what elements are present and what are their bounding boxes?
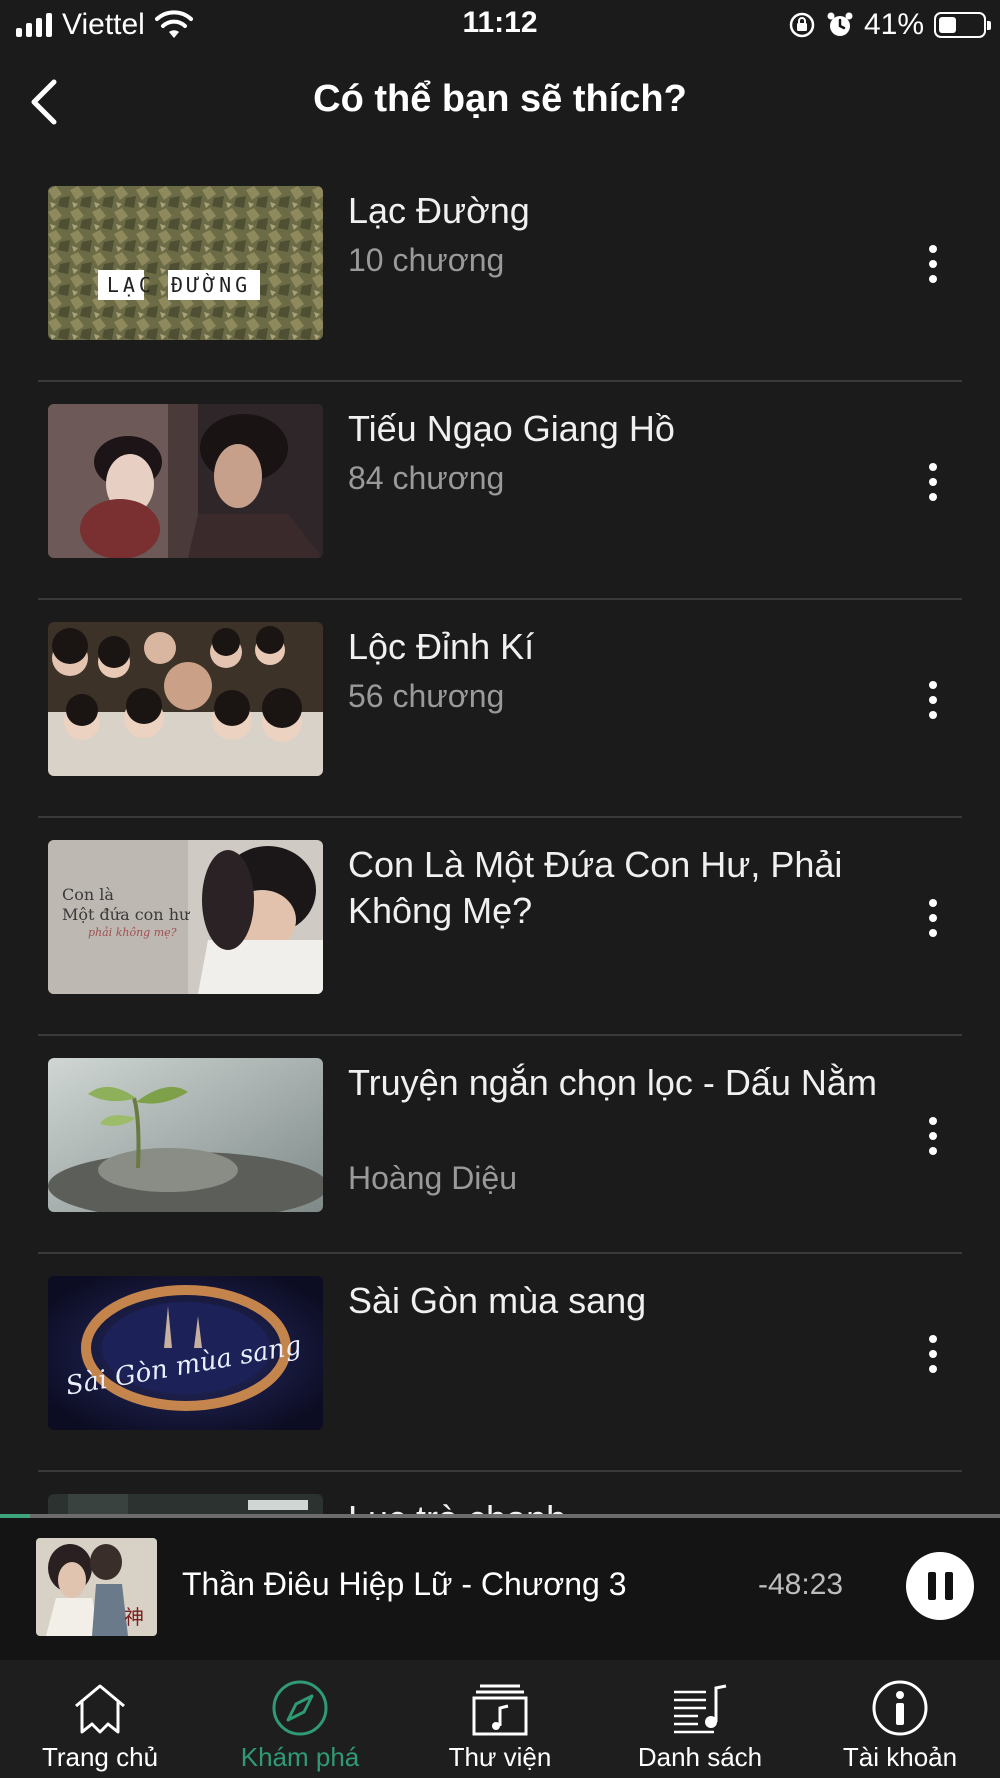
pause-icon <box>927 1572 936 1600</box>
status-right: 41% <box>788 8 991 42</box>
tab-label: Danh sách <box>637 1742 763 1772</box>
list-item[interactable]: Tiếu Ngạo Giang Hồ 84 chương <box>0 382 1000 600</box>
bottom-tab-bar: Trang chủ Khám phá Thư viện Danh sách Tà… <box>0 1660 1000 1778</box>
page-title: Có thể bạn sẽ thích? <box>313 78 687 120</box>
cover-image <box>48 404 323 558</box>
tab-library[interactable]: Thư viện <box>400 1660 600 1778</box>
cover-image: Sài Gòn mùa sang <box>48 1276 323 1430</box>
item-title: Lục trà chanh <box>348 1496 888 1514</box>
compass-icon <box>272 1680 328 1736</box>
tab-label: Tài khoản <box>842 1742 958 1772</box>
battery-percent: 41% <box>863 8 924 41</box>
status-bar: Viettel 11:12 41% <box>0 0 1000 50</box>
remaining-time: -48:23 <box>758 1568 844 1601</box>
item-subtitle: 84 chương <box>348 460 505 496</box>
page-header: Có thể bạn sẽ thích? <box>0 60 1000 144</box>
tab-label: Trang chủ <box>41 1742 159 1772</box>
list-item[interactable]: LẠC ĐƯỜNG Lạc Đường 10 chương <box>0 164 1000 382</box>
mini-player[interactable]: 神 Thần Điêu Hiệp Lữ - Chương 3 -48:23 <box>0 1518 1000 1660</box>
item-subtitle: 10 chương <box>348 242 505 278</box>
app-root: Viettel 11:12 41% Có thể bạn sẽ thích? L… <box>0 0 1000 1778</box>
cover-image: Con là Một đứa con hư phải không mẹ? <box>48 840 323 994</box>
playlist-icon <box>674 1684 727 1734</box>
list-item[interactable]: Sài Gòn mùa sang Sài Gòn mùa sang <box>0 1254 1000 1472</box>
info-icon <box>872 1680 928 1736</box>
more-options-button[interactable] <box>918 1106 948 1166</box>
cover-image <box>48 1494 323 1514</box>
list-item[interactable]: Con là Một đứa con hư phải không mẹ? Con… <box>0 818 1000 1036</box>
item-title: Lạc Đường <box>348 190 530 231</box>
tab-discover[interactable]: Khám phá <box>200 1660 400 1778</box>
cover-text: LẠC ĐƯỜNG <box>107 273 251 297</box>
item-title: Truyện ngắn chọn lọc - Dấu Nằm <box>348 1062 877 1103</box>
item-subtitle: Hoàng Diệu <box>348 1160 517 1196</box>
alarm-icon <box>827 12 853 36</box>
item-subtitle: 56 chương <box>348 678 505 714</box>
cover-image <box>48 1058 323 1212</box>
orientation-lock-icon <box>789 12 815 38</box>
svg-text:神: 神 <box>124 1605 144 1629</box>
item-title: Sài Gòn mùa sang <box>348 1280 647 1321</box>
cover-text: phải không mẹ? <box>88 926 177 939</box>
battery-icon <box>934 12 991 38</box>
more-options-button[interactable] <box>918 888 948 948</box>
now-playing-title: Thần Điêu Hiệp Lữ - Chương 3 <box>182 1566 627 1602</box>
tab-label: Thư viện <box>448 1742 552 1772</box>
item-title: Tiếu Ngạo Giang Hồ <box>348 408 675 449</box>
tab-account[interactable]: Tài khoản <box>800 1660 1000 1778</box>
battery-fill <box>939 17 957 33</box>
more-options-button[interactable] <box>918 452 948 512</box>
recommendation-list[interactable]: LẠC ĐƯỜNG Lạc Đường 10 chương Tiếu Ngạo … <box>0 164 1000 1514</box>
list-item[interactable]: Truyện ngắn chọn lọc - Dấu Nằm Hoàng Diệ… <box>0 1036 1000 1254</box>
cover-text: Con là <box>62 885 114 904</box>
library-icon <box>472 1684 528 1736</box>
cover-image: LẠC ĐƯỜNG <box>48 186 323 340</box>
more-options-button[interactable] <box>918 1324 948 1384</box>
pause-button[interactable] <box>906 1552 974 1620</box>
home-icon <box>75 1684 125 1734</box>
tab-playlist[interactable]: Danh sách <box>600 1660 800 1778</box>
more-options-button[interactable] <box>918 234 948 294</box>
tab-home[interactable]: Trang chủ <box>0 1660 200 1778</box>
item-title: Con Là Một Đứa Con Hư, Phải Không Mẹ? <box>348 844 843 931</box>
list-item[interactable]: Lộc Đỉnh Kí 56 chương <box>0 600 1000 818</box>
cover-image <box>48 622 323 776</box>
item-title: Lộc Đỉnh Kí <box>348 626 535 667</box>
more-options-button[interactable] <box>918 670 948 730</box>
tab-label: Khám phá <box>240 1742 360 1772</box>
pause-icon <box>944 1572 953 1600</box>
cover-text: Một đứa con hư <box>62 905 191 924</box>
now-playing-cover: 神 <box>36 1538 157 1636</box>
list-item[interactable]: Lục trà chanh <box>0 1472 1000 1514</box>
